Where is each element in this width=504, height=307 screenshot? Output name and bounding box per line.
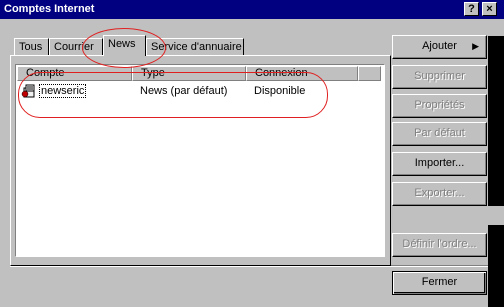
background-window-edge xyxy=(488,225,504,307)
tab-label: Tous xyxy=(19,41,43,53)
supprimer-button[interactable]: Supprimer xyxy=(392,65,487,89)
button-label: Supprimer xyxy=(414,70,465,82)
button-label: Exporter... xyxy=(414,187,465,199)
account-connection: Disponible xyxy=(254,85,306,97)
button-label: Fermer xyxy=(421,276,458,288)
column-header-connexion[interactable]: Connexion xyxy=(246,66,358,81)
background-window-edge xyxy=(488,36,504,206)
close-icon: × xyxy=(486,3,493,15)
column-label: Compte xyxy=(26,67,65,79)
fermer-button[interactable]: Fermer xyxy=(392,271,487,295)
column-label: Type xyxy=(141,67,165,79)
button-label: Ajouter xyxy=(422,40,457,52)
par-defaut-button[interactable]: Par défaut xyxy=(392,122,487,146)
window-title: Comptes Internet xyxy=(4,3,95,15)
exporter-button[interactable]: Exporter... xyxy=(392,182,487,206)
importer-button[interactable]: Importer... xyxy=(392,152,487,176)
column-label: Connexion xyxy=(255,67,308,79)
button-label: Importer... xyxy=(414,157,465,169)
triangle-right-icon: ▶ xyxy=(472,41,479,51)
tab-service-annuaire[interactable]: Service d'annuaire xyxy=(146,38,244,55)
button-label: Propriétés xyxy=(414,99,465,111)
help-button[interactable]: ? xyxy=(464,2,479,16)
button-label: Définir l'ordre... xyxy=(402,238,477,250)
tab-label: Service d'annuaire xyxy=(151,41,242,53)
news-account-icon xyxy=(21,84,35,98)
accounts-list[interactable]: Compte Type Connexion newseric News (par… xyxy=(15,64,385,257)
table-row[interactable]: newseric News (par défaut) Disponible xyxy=(17,82,381,100)
button-label: Par défaut xyxy=(414,127,465,139)
tab-label: News xyxy=(108,38,136,50)
account-type: News (par défaut) xyxy=(140,85,228,97)
tab-tous[interactable]: Tous xyxy=(14,38,49,55)
tab-courrier[interactable]: Courrier xyxy=(49,38,103,55)
title-bar: Comptes Internet ? × xyxy=(0,0,504,19)
tab-news[interactable]: News xyxy=(103,35,146,56)
ajouter-button[interactable]: Ajouter ▶ xyxy=(392,35,487,59)
help-icon: ? xyxy=(468,3,475,15)
tab-label: Courrier xyxy=(54,41,94,53)
column-header-filler xyxy=(358,66,381,81)
list-header: Compte Type Connexion xyxy=(17,66,381,81)
column-header-type[interactable]: Type xyxy=(132,66,246,81)
definir-ordre-button[interactable]: Définir l'ordre... xyxy=(392,233,487,257)
column-header-compte[interactable]: Compte xyxy=(17,66,132,81)
close-button[interactable]: × xyxy=(482,2,497,16)
internet-accounts-dialog: Comptes Internet ? × Tous Courrier News … xyxy=(0,0,504,307)
account-name: newseric xyxy=(39,84,87,98)
proprietes-button[interactable]: Propriétés xyxy=(392,94,487,118)
